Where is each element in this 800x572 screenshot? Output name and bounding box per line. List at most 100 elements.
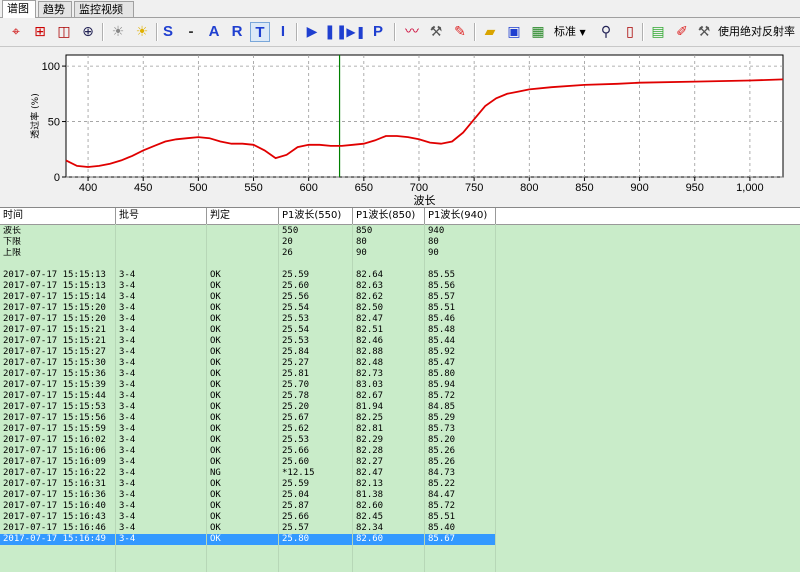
y-tick-label: 0 xyxy=(54,172,60,184)
column-header[interactable]: 时间 xyxy=(0,208,116,224)
table-row[interactable]: 2017-07-17 15:15:27 3-4 OK 25.84 82.88 85.92 xyxy=(0,347,496,358)
tab-spectrum[interactable]: 谱图 xyxy=(2,0,36,18)
save-icon[interactable]: ▣ xyxy=(504,22,524,42)
pause-icon[interactable]: ❚❚ xyxy=(324,22,347,42)
split-view-icon[interactable]: ▯ xyxy=(620,22,640,42)
table-row[interactable]: 2017-07-17 15:16:09 3-4 OK 25.60 82.27 85.26 xyxy=(0,457,496,468)
tool-icon[interactable]: ⚒ xyxy=(694,22,714,42)
spec-row[interactable] xyxy=(0,259,496,270)
table-row[interactable]: 2017-07-17 15:16:36 3-4 OK 25.04 81.38 84.47 xyxy=(0,490,496,501)
table-row[interactable]: 2017-07-17 15:15:20 3-4 OK 25.53 82.47 85.46 xyxy=(0,314,496,325)
dark-button[interactable]: - xyxy=(181,22,201,42)
hammer-icon[interactable]: ⚒ xyxy=(426,22,446,42)
table-row[interactable]: 2017-07-17 15:16:49 3-4 OK 25.80 82.60 85.67 xyxy=(0,534,496,545)
r-button[interactable]: R xyxy=(227,22,247,42)
table-row[interactable]: 2017-07-17 15:15:44 3-4 OK 25.78 82.67 85.72 xyxy=(0,391,496,402)
table-cell: 2017-07-17 15:16:06 xyxy=(0,446,116,457)
table-cell: 82.63 xyxy=(353,281,425,292)
table-cell: 3-4 xyxy=(116,512,207,523)
tab-monitor-video[interactable]: 监控视频 xyxy=(74,1,134,17)
table-cell: 81.94 xyxy=(353,402,425,413)
table-cell: 25.87 xyxy=(279,501,353,512)
table-cell: 3-4 xyxy=(116,435,207,446)
table-cell: OK xyxy=(207,457,279,468)
spec-row[interactable]: 下限 20 80 80 xyxy=(0,237,496,248)
t-button[interactable]: T xyxy=(250,22,270,42)
bulb-on-icon[interactable]: ☀ xyxy=(132,22,152,42)
tab-trend[interactable]: 趋势 xyxy=(38,1,72,17)
spec-row[interactable]: 上限 26 90 90 xyxy=(0,248,496,259)
bulb-off-icon[interactable]: ☀ xyxy=(108,22,128,42)
table-cell: 25.78 xyxy=(279,391,353,402)
table-cell xyxy=(0,259,116,270)
table-row[interactable]: 2017-07-17 15:15:36 3-4 OK 25.81 82.73 85.80 xyxy=(0,369,496,380)
table-cell: 2017-07-17 15:16:02 xyxy=(0,435,116,446)
table-cell: 850 xyxy=(353,226,425,237)
table-cell: 85.20 xyxy=(425,435,496,446)
brush-icon[interactable]: ✎ xyxy=(450,22,470,42)
folder-icon[interactable]: ▰ xyxy=(480,22,500,42)
table-row[interactable]: 2017-07-17 15:16:43 3-4 OK 25.66 82.45 85.51 xyxy=(0,512,496,523)
table-row[interactable]: 2017-07-17 15:15:56 3-4 OK 25.67 82.25 85.29 xyxy=(0,413,496,424)
table-row[interactable]: 2017-07-17 15:15:30 3-4 OK 25.27 82.48 85.47 xyxy=(0,358,496,369)
search-icon[interactable]: ⚲ xyxy=(596,22,616,42)
table-cell: 85.72 xyxy=(425,501,496,512)
table-cell: OK xyxy=(207,435,279,446)
table-cell: 82.67 xyxy=(353,391,425,402)
pen-icon[interactable]: ✐ xyxy=(672,22,692,42)
table-cell: 2017-07-17 15:16:40 xyxy=(0,501,116,512)
split-icon[interactable]: ◫ xyxy=(54,22,74,42)
i-button[interactable]: I xyxy=(273,22,293,42)
table-cell: 25.84 xyxy=(279,347,353,358)
x-tick-label: 750 xyxy=(465,182,483,194)
y-tick-label: 100 xyxy=(42,61,60,73)
table-row[interactable]: 2017-07-17 15:16:02 3-4 OK 25.53 82.29 85.20 xyxy=(0,435,496,446)
zoom-icon[interactable]: ⊕ xyxy=(78,22,98,42)
column-header[interactable]: 判定 xyxy=(207,208,279,224)
absolute-reflectance-toggle[interactable]: 使用绝对反射率 xyxy=(718,22,795,42)
table-row[interactable]: 2017-07-17 15:16:46 3-4 OK 25.57 82.34 85.40 xyxy=(0,523,496,534)
column-header[interactable]: P1波长(940) xyxy=(425,208,496,224)
table-row[interactable]: 2017-07-17 15:15:59 3-4 OK 25.62 82.81 85.73 xyxy=(0,424,496,435)
table-row[interactable]: 2017-07-17 15:16:22 3-4 NG *12.15 82.47 84.73 xyxy=(0,468,496,479)
table-cell: 85.26 xyxy=(425,457,496,468)
grid-icon[interactable]: ⊞ xyxy=(30,22,50,42)
step-icon[interactable]: ▶❚ xyxy=(346,22,366,42)
a-button[interactable]: A xyxy=(204,22,224,42)
p-button[interactable]: P xyxy=(368,22,388,42)
table-row[interactable]: 2017-07-17 15:15:14 3-4 OK 25.56 82.62 85.57 xyxy=(0,292,496,303)
table-cell: 85.29 xyxy=(425,413,496,424)
play-icon[interactable]: ▶ xyxy=(302,22,322,42)
column-header[interactable]: 批号 xyxy=(116,208,207,224)
table-cell: 20 xyxy=(279,237,353,248)
trend-icon[interactable]: 〰 xyxy=(402,22,422,42)
table-cell: 85.56 xyxy=(425,281,496,292)
image-icon[interactable]: ▦ xyxy=(528,22,548,42)
column-header[interactable]: P1波长(550) xyxy=(279,208,353,224)
table-row[interactable]: 2017-07-17 15:15:39 3-4 OK 25.70 83.03 85.94 xyxy=(0,380,496,391)
color-palette-icon[interactable]: ▤ xyxy=(648,22,668,42)
table-row[interactable]: 2017-07-17 15:16:40 3-4 OK 25.87 82.60 85.72 xyxy=(0,501,496,512)
table-row[interactable]: 2017-07-17 15:15:20 3-4 OK 25.54 82.50 85.51 xyxy=(0,303,496,314)
crosshair-icon[interactable]: ⌖ xyxy=(6,22,26,42)
table-header: 时间 批号 判定 P1波长(550) P1波长(850) P1波长(940) xyxy=(0,208,800,225)
table-row[interactable]: 2017-07-17 15:15:53 3-4 OK 25.20 81.94 84.85 xyxy=(0,402,496,413)
table-row[interactable]: 2017-07-17 15:15:13 3-4 OK 25.60 82.63 85.56 xyxy=(0,281,496,292)
column-header[interactable]: P1波长(850) xyxy=(353,208,425,224)
table-cell: OK xyxy=(207,281,279,292)
table-row[interactable]: 2017-07-17 15:15:21 3-4 OK 25.53 82.46 85.44 xyxy=(0,336,496,347)
table-row[interactable]: 2017-07-17 15:16:06 3-4 OK 25.66 82.28 85.26 xyxy=(0,446,496,457)
s-button[interactable]: S xyxy=(158,22,178,42)
table-cell: 2017-07-17 15:15:39 xyxy=(0,380,116,391)
table-cell: 25.20 xyxy=(279,402,353,413)
results-table: 时间 批号 判定 P1波长(550) P1波长(850) P1波长(940) 波长 550 8… xyxy=(0,207,800,572)
x-tick-label: 400 xyxy=(79,182,97,194)
mode-dropdown[interactable]: 标准 ▼ xyxy=(554,22,586,42)
table-row[interactable]: 2017-07-17 15:15:13 3-4 OK 25.59 82.64 85.55 xyxy=(0,270,496,281)
table-row[interactable]: 2017-07-17 15:15:21 3-4 OK 25.54 82.51 85.48 xyxy=(0,325,496,336)
table-row[interactable]: 2017-07-17 15:16:31 3-4 OK 25.59 82.13 85.22 xyxy=(0,479,496,490)
table-cell: 85.80 xyxy=(425,369,496,380)
x-axis-label: 波长 xyxy=(414,194,436,207)
table-cell: OK xyxy=(207,369,279,380)
spec-row[interactable]: 波长 550 850 940 xyxy=(0,226,496,237)
